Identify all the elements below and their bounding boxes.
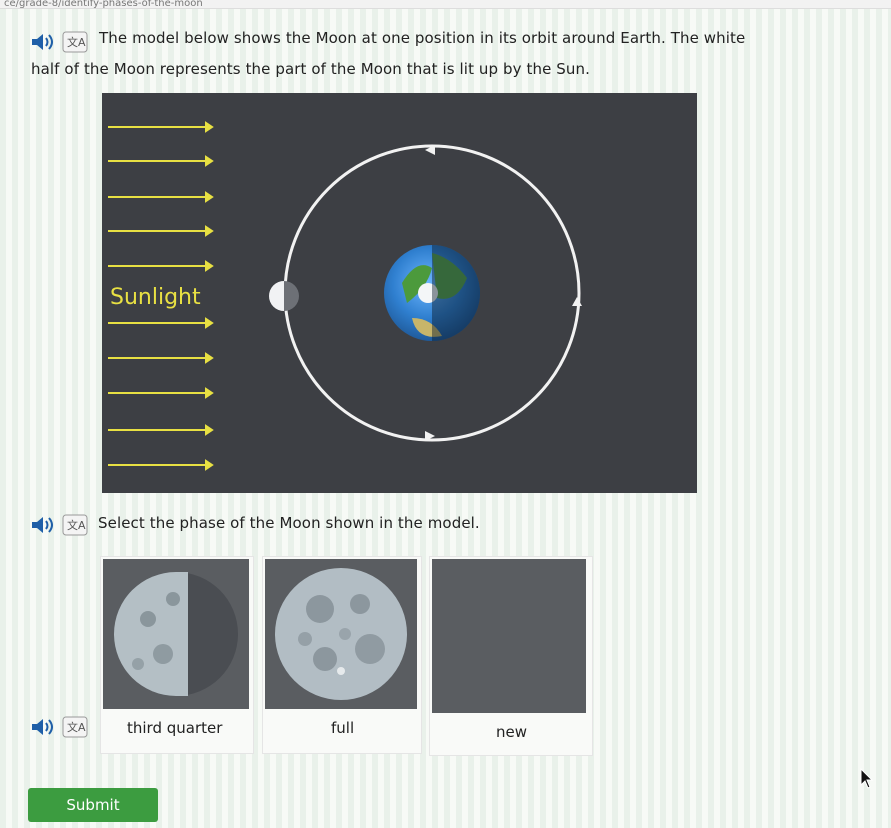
prompt-text: Select the phase of the Moon shown in th… [98, 514, 480, 532]
speaker-icon[interactable] [30, 515, 56, 535]
speaker-icon[interactable] [30, 32, 56, 52]
svg-text:文A: 文A [67, 518, 86, 532]
mouse-cursor-icon [860, 768, 874, 789]
speaker-icon[interactable] [30, 717, 56, 737]
choices-audio-tools: 文A [30, 716, 88, 738]
choice-full[interactable]: full [262, 556, 422, 754]
choice-label-full: full [331, 719, 355, 737]
earth [384, 245, 480, 341]
moon-image-full [265, 559, 417, 709]
moon [269, 281, 299, 311]
choice-label-third-quarter: third quarter [127, 719, 223, 737]
svg-text:文A: 文A [67, 35, 86, 49]
moon-image-new [432, 559, 586, 713]
prompt-audio-tools: 文A [30, 514, 88, 536]
choice-new[interactable]: new [429, 556, 593, 756]
orbit-model: Sunlight [102, 93, 697, 493]
question-audio-tools: 文A [30, 31, 88, 53]
submit-button[interactable]: Submit [28, 788, 158, 822]
question-line-2: half of the Moon represents the part of … [31, 60, 590, 78]
translate-icon[interactable]: 文A [62, 514, 88, 536]
svg-text:文A: 文A [67, 720, 86, 734]
question-line-1: The model below shows the Moon at one po… [99, 29, 746, 47]
moon-image-third-quarter [103, 559, 249, 709]
choice-label-new: new [496, 723, 528, 741]
sunlight-label: Sunlight [110, 285, 201, 310]
url-bar: ce/grade-8/identify-phases-of-the-moon [0, 0, 891, 9]
orbit-arrow-right [572, 297, 582, 306]
choice-third-quarter[interactable]: third quarter [100, 556, 254, 754]
orbit-diagram: Sunlight [108, 121, 582, 471]
translate-icon[interactable]: 文A [62, 31, 88, 53]
translate-icon[interactable]: 文A [62, 716, 88, 738]
